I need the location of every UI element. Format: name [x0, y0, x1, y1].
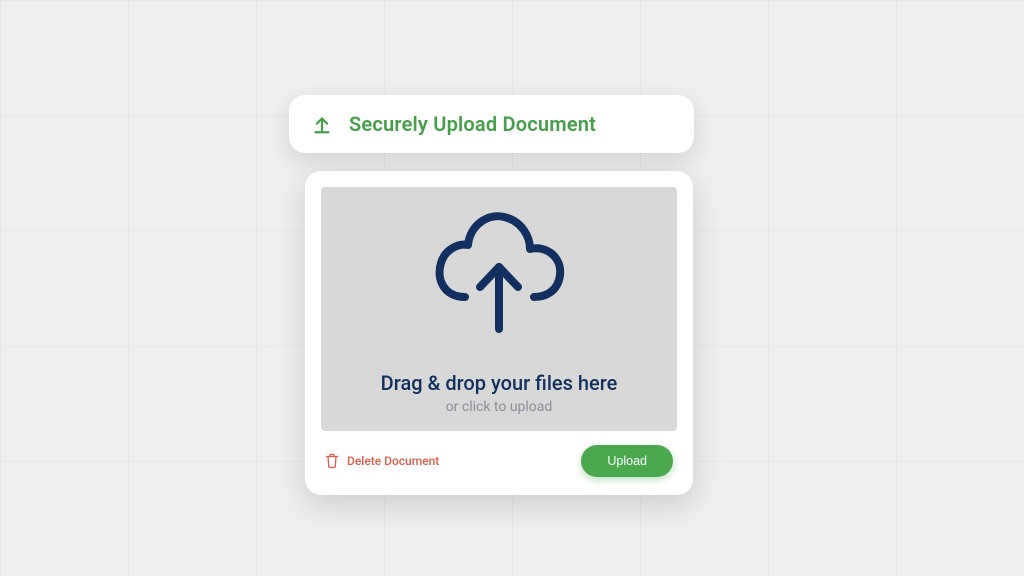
dropzone-subtitle: or click to upload [446, 399, 553, 415]
delete-document-button[interactable]: Delete Document [325, 453, 439, 469]
dropzone-title: Drag & drop your files here [381, 371, 618, 395]
header-card: Securely Upload Document [289, 95, 694, 153]
upload-arrow-icon [311, 113, 333, 135]
file-dropzone[interactable]: Drag & drop your files here or click to … [321, 187, 677, 431]
upload-panel: Drag & drop your files here or click to … [305, 171, 693, 495]
trash-icon [325, 453, 339, 469]
cloud-upload-icon [321, 201, 677, 341]
header-title: Securely Upload Document [349, 112, 596, 136]
panel-actions: Delete Document Upload [321, 431, 677, 479]
upload-button[interactable]: Upload [581, 445, 673, 477]
delete-document-label: Delete Document [347, 454, 439, 468]
